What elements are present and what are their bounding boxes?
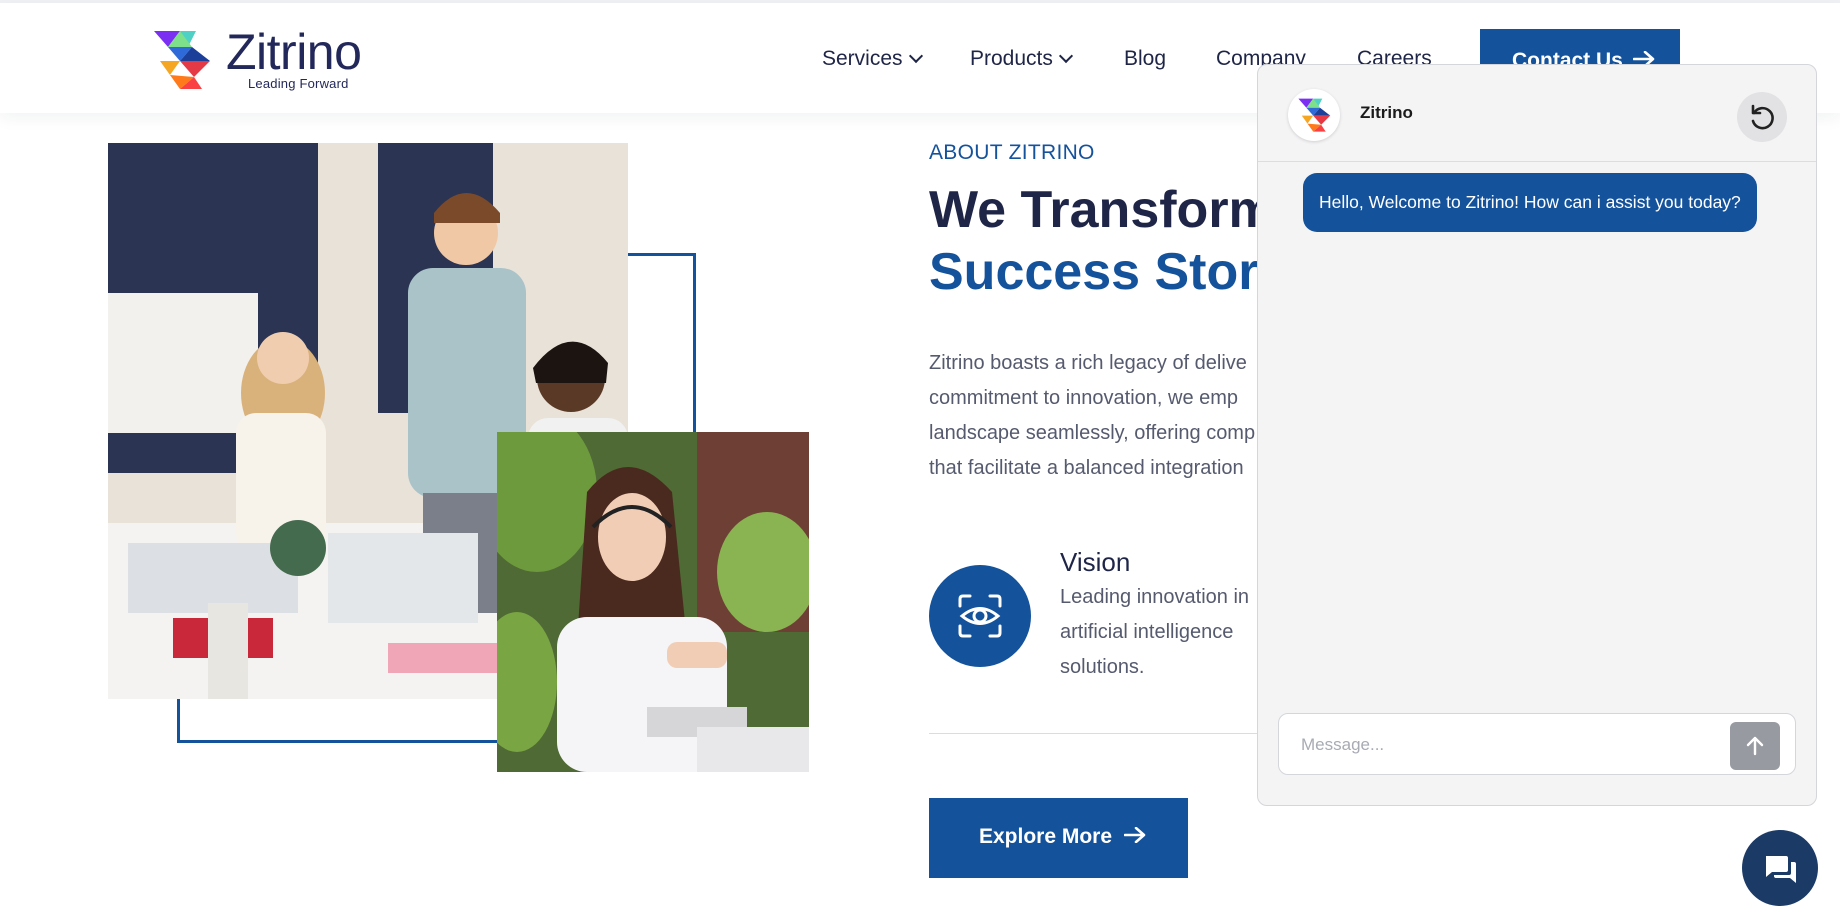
- chat-composer: [1278, 713, 1796, 775]
- eye-scan-icon: [929, 565, 1031, 667]
- explore-more-label: Explore More: [979, 825, 1113, 848]
- arrow-right-icon: [1124, 827, 1146, 843]
- chevron-down-icon: [908, 48, 923, 64]
- section-heading-line1: We Transform: [929, 181, 1275, 239]
- vision-description: Leading innovation in artificial intelli…: [1060, 580, 1249, 685]
- bot-message: Hello, Welcome to Zitrino! How can i ass…: [1303, 173, 1757, 232]
- vision-line: Leading innovation in: [1060, 586, 1250, 608]
- message-input[interactable]: [1301, 732, 1701, 758]
- chat-header: Zitrino: [1258, 65, 1816, 162]
- zitrino-logo-icon: [154, 31, 210, 89]
- vision-line: solutions.: [1060, 656, 1145, 678]
- chat-launcher-button[interactable]: [1742, 830, 1818, 906]
- support-agent-photo: [497, 432, 809, 772]
- zitrino-logo-icon: [1298, 98, 1331, 132]
- nav-item-services[interactable]: Services: [822, 47, 923, 71]
- send-button[interactable]: [1730, 722, 1780, 770]
- nav-item-products[interactable]: Products: [970, 47, 1073, 71]
- section-eyebrow: ABOUT ZITRINO: [929, 141, 1095, 164]
- explore-more-button[interactable]: Explore More: [929, 798, 1188, 878]
- chat-bubbles-icon: [1766, 856, 1796, 883]
- nav-item-label: Products: [970, 47, 1053, 70]
- vision-line: artificial intelligence: [1060, 621, 1234, 643]
- chat-widget: Zitrino Hello, Welcome to Zitrino! How c…: [1257, 64, 1817, 806]
- brand-tagline: Leading Forward: [248, 76, 349, 91]
- bot-name: Zitrino: [1360, 103, 1413, 122]
- chevron-down-icon: [1058, 48, 1073, 64]
- section-heading-line2: Success Storie: [929, 243, 1302, 301]
- nav-item-label: Blog: [1124, 47, 1167, 70]
- refresh-icon: [1751, 104, 1774, 130]
- brand-logo[interactable]: Zitrino Leading Forward: [150, 24, 390, 93]
- arrow-up-icon: [1746, 736, 1764, 756]
- bot-avatar: [1288, 89, 1340, 141]
- section-divider: [929, 733, 1259, 734]
- vision-title: Vision: [1060, 547, 1131, 577]
- nav-item-blog[interactable]: Blog: [1124, 47, 1166, 71]
- brand-name: Zitrino: [226, 24, 362, 80]
- reset-chat-button[interactable]: [1737, 92, 1787, 142]
- nav-item-label: Services: [822, 47, 903, 70]
